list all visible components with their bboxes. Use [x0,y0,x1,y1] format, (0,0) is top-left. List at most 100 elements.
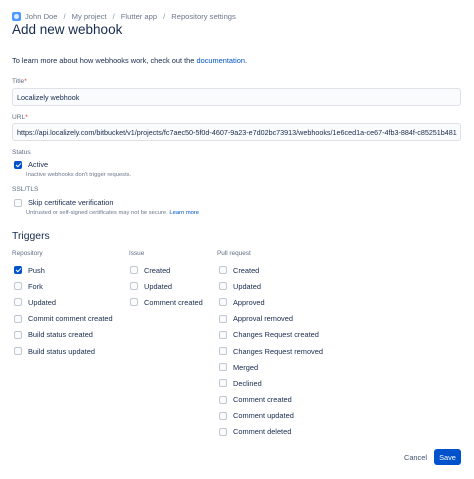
breadcrumb-item-project[interactable]: My project [72,12,107,21]
trigger-pr-approval-removed[interactable]: Approval removed [219,311,323,327]
breadcrumb-separator: / [163,11,166,21]
title-input-value: Localizely webhook [17,92,80,102]
active-checkbox[interactable] [14,160,22,169]
skip-cert-checkbox-row[interactable]: Skip certificate verification [14,198,113,207]
trigger-checkbox[interactable] [14,282,22,291]
trigger-checkbox[interactable] [219,379,227,388]
trigger-label: Fork [28,281,43,291]
breadcrumb-item-settings[interactable]: Repository settings [171,12,236,21]
status-label: Status [12,149,31,156]
issue-column-header: Issue [129,250,145,257]
trigger-pr-comment-deleted[interactable]: Comment deleted [219,424,323,440]
trigger-checkbox[interactable] [219,411,227,420]
breadcrumb-item-user[interactable]: John Doe [25,12,58,21]
trigger-label: Declined [233,378,262,388]
trigger-label: Updated [28,297,56,307]
trigger-checkbox[interactable] [14,298,22,307]
trigger-repo-build-status-created[interactable]: Build status created [14,327,113,343]
trigger-checkbox[interactable] [14,330,22,339]
skip-cert-checkbox-label: Skip certificate verification [28,198,114,207]
trigger-label: Approval removed [233,314,293,324]
intro-text: To learn more about how webhooks work, c… [12,56,247,65]
page-title: Add new webhook [12,22,123,37]
url-input[interactable]: https://api.localizely.com/bitbucket/v1/… [12,123,461,141]
required-mark: * [24,78,27,85]
documentation-link[interactable]: documentation [196,56,244,65]
trigger-repo-updated[interactable]: Updated [14,294,113,310]
trigger-label: Comment updated [233,411,294,421]
trigger-checkbox[interactable] [14,314,22,323]
trigger-repo-commit-comment-created[interactable]: Commit comment created [14,311,113,327]
breadcrumb-separator: / [63,11,66,21]
breadcrumb-item-repository[interactable]: Flutter app [121,12,157,21]
trigger-label: Build status updated [28,346,95,356]
trigger-label: Comment created [233,395,292,405]
url-field-label: URL* [12,114,28,121]
ssl-label: SSL/TLS [12,186,39,193]
trigger-issue-comment-created[interactable]: Comment created [130,294,203,310]
trigger-checkbox[interactable] [219,427,227,436]
intro-text-suffix: . [244,56,248,65]
intro-text-body: To learn more about how webhooks work, c… [12,56,197,65]
trigger-repo-fork[interactable]: Fork [14,278,113,294]
trigger-pr-updated[interactable]: Updated [219,278,323,294]
trigger-checkbox[interactable] [219,363,227,372]
required-mark: * [25,114,28,121]
ssl-hint-text: Untrusted or self-signed certificates ma… [26,210,170,216]
trigger-label: Merged [233,362,259,372]
breadcrumb: John Doe / My project / Flutter app / Re… [12,10,236,22]
trigger-pr-approved[interactable]: Approved [219,294,323,310]
title-input[interactable]: Localizely webhook [12,88,461,106]
user-avatar-icon [12,11,21,21]
repository-column-header: Repository [12,250,43,257]
trigger-checkbox[interactable] [219,282,227,291]
trigger-repo-build-status-updated[interactable]: Build status updated [14,343,113,359]
trigger-checkbox[interactable] [130,298,138,307]
skip-cert-checkbox[interactable] [14,198,22,207]
trigger-label: Build status created [28,330,93,340]
title-field-label: Title* [12,78,27,85]
trigger-checkbox[interactable] [219,298,227,307]
trigger-label: Push [28,265,45,275]
trigger-checkbox[interactable] [219,266,227,275]
active-checkbox-row[interactable]: Active [14,160,48,169]
save-button[interactable]: Save [434,449,461,465]
trigger-checkbox[interactable] [130,266,138,275]
trigger-pr-merged[interactable]: Merged [219,359,323,375]
trigger-pr-comment-updated[interactable]: Comment updated [219,408,323,424]
trigger-label: Changes Request removed [233,346,323,356]
issue-triggers: Created Updated Comment created [130,262,203,311]
pull-request-triggers: Created Updated Approved Approval remove… [219,262,323,440]
trigger-checkbox[interactable] [14,266,22,275]
learn-more-link[interactable]: Learn more [169,210,199,216]
trigger-checkbox[interactable] [219,314,227,323]
trigger-label: Changes Request created [233,330,319,340]
trigger-checkbox[interactable] [219,347,227,356]
trigger-checkbox[interactable] [219,395,227,404]
trigger-issue-updated[interactable]: Updated [130,278,203,294]
trigger-issue-created[interactable]: Created [130,262,203,278]
trigger-pr-changes-request-created[interactable]: Changes Request created [219,327,323,343]
title-label-text: Title [12,78,25,85]
trigger-pr-comment-created[interactable]: Comment created [219,392,323,408]
trigger-checkbox[interactable] [14,347,22,356]
trigger-repo-push[interactable]: Push [14,262,113,278]
trigger-checkbox[interactable] [219,330,227,339]
repository-triggers: Push Fork Updated Commit comment created… [14,262,113,359]
trigger-label: Updated [144,281,172,291]
url-input-value: https://api.localizely.com/bitbucket/v1/… [17,127,457,137]
trigger-checkbox[interactable] [130,282,138,291]
trigger-label: Updated [233,281,261,291]
trigger-label: Created [144,265,171,275]
trigger-pr-declined[interactable]: Declined [219,375,323,391]
cancel-button[interactable]: Cancel [399,449,432,465]
trigger-label: Commit comment created [28,314,113,324]
status-hint: Inactive webhooks don't trigger requests… [26,172,132,178]
pull-request-column-header: Pull request [217,250,251,257]
trigger-pr-created[interactable]: Created [219,262,323,278]
trigger-label: Comment created [144,297,203,307]
triggers-heading: Triggers [12,231,50,242]
url-label-text: URL [12,114,26,121]
trigger-pr-changes-request-removed[interactable]: Changes Request removed [219,343,323,359]
active-checkbox-label: Active [28,160,49,169]
